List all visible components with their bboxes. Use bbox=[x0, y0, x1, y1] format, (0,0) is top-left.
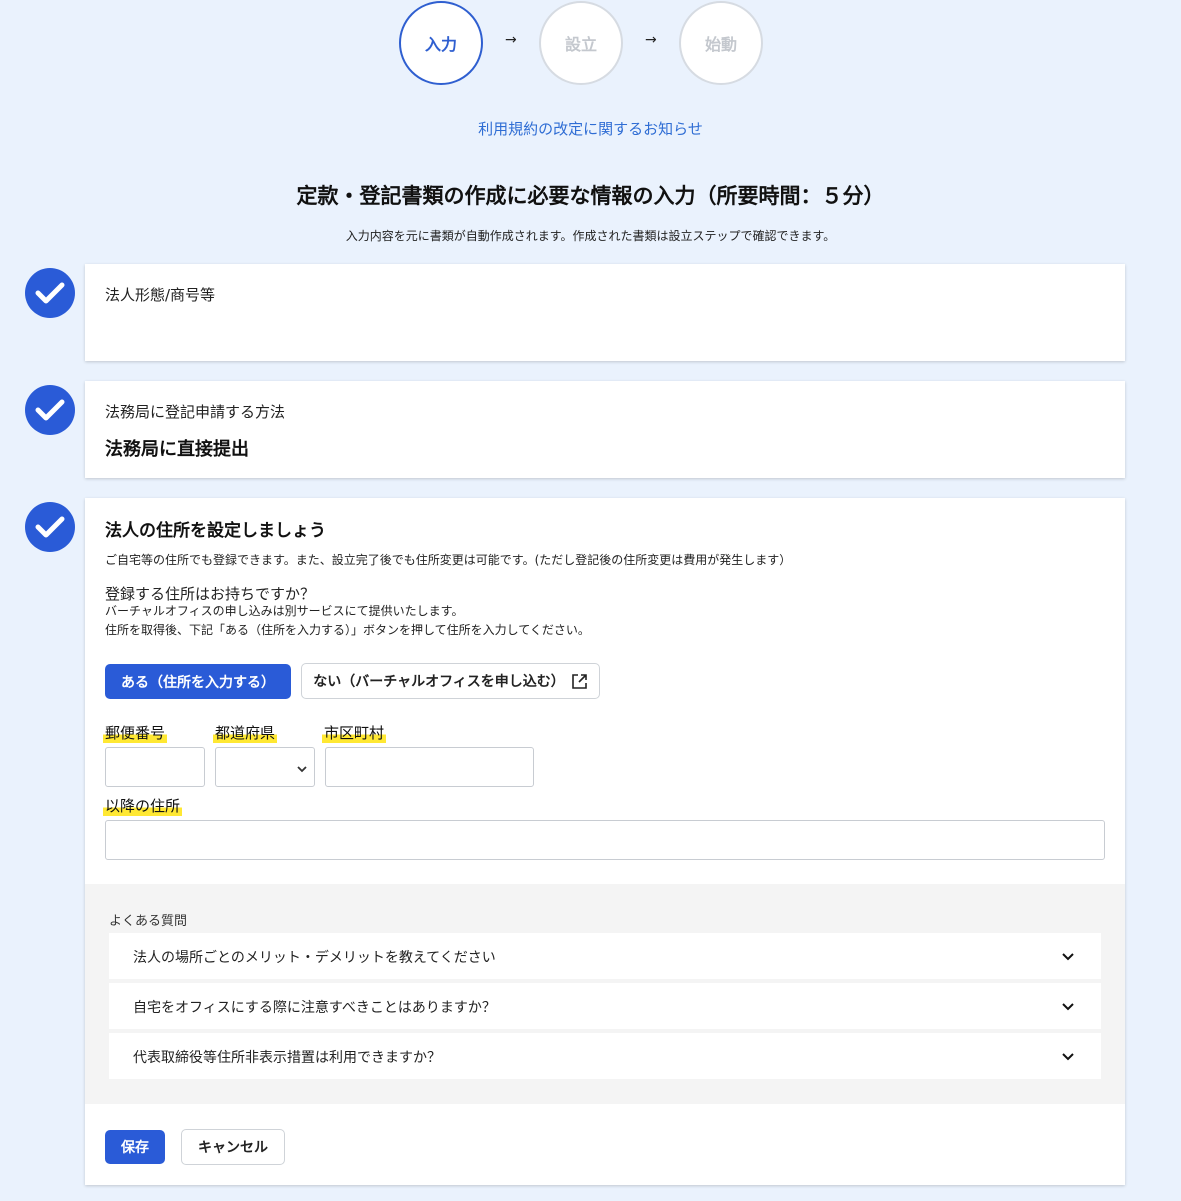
chevron-down-icon bbox=[296, 760, 308, 779]
step-establish: 設立 bbox=[539, 1, 623, 85]
page-subtitle: 入力内容を元に書類が自動作成されます。作成された書類は設立ステップで確認できます… bbox=[345, 229, 836, 243]
filing-method-card[interactable]: 法務局に登記申請する方法 法務局に直接提出 bbox=[85, 381, 1125, 478]
check-circle-icon bbox=[25, 268, 75, 318]
faq-item[interactable]: 法人の場所ごとのメリット・デメリットを教えてください bbox=[109, 933, 1101, 979]
chevron-down-icon bbox=[1061, 949, 1075, 968]
street-address-input[interactable] bbox=[105, 820, 1105, 860]
faq-question: 法人の場所ごとのメリット・デメリットを教えてください bbox=[133, 950, 496, 966]
save-button[interactable]: 保存 bbox=[105, 1130, 165, 1164]
address-input-note: 住所を取得後、下記「ある（住所を入力する）」ボタンを押して住所を入力してください… bbox=[105, 623, 590, 637]
check-circle-icon bbox=[25, 385, 75, 435]
corporate-form-card[interactable]: 法人形態/商号等 bbox=[85, 264, 1125, 361]
chevron-down-icon bbox=[1061, 999, 1075, 1018]
address-section-title: 法人の住所を設定しましょう bbox=[105, 521, 326, 541]
step-label: 入力 bbox=[424, 35, 457, 54]
cancel-label: キャンセル bbox=[198, 1140, 268, 1156]
step-start: 始動 bbox=[679, 1, 763, 85]
city-input[interactable] bbox=[325, 747, 534, 787]
prefecture-select[interactable] bbox=[215, 747, 315, 787]
filing-method-value: 法務局に直接提出 bbox=[105, 439, 249, 460]
cancel-button[interactable]: キャンセル bbox=[181, 1129, 285, 1165]
street-address-label: 以降の住所 bbox=[103, 795, 183, 816]
city-label: 市区町村 bbox=[322, 722, 387, 743]
has-address-button[interactable]: ある（住所を入力する） bbox=[105, 664, 291, 699]
address-description: ご自宅等の住所でも登録できます。また、設立完了後でも住所変更は可能です。(ただし… bbox=[105, 553, 792, 567]
step-arrow-icon: → bbox=[505, 32, 517, 48]
external-link-icon bbox=[571, 673, 588, 690]
has-address-label: ある（住所を入力する） bbox=[121, 674, 275, 691]
page-title: 定款・登記書類の作成に必要な情報の入力（所要時間：５分） bbox=[296, 184, 885, 208]
virtual-office-label: ない（バーチャルオフィスを申し込む） bbox=[313, 674, 565, 690]
faq-item[interactable]: 代表取締役等住所非表示措置は利用できますか？ bbox=[109, 1033, 1101, 1079]
chevron-down-icon bbox=[1061, 1049, 1075, 1068]
faq-question: 自宅をオフィスにする際に注意すべきことはありますか？ bbox=[133, 1000, 496, 1016]
faq-item[interactable]: 自宅をオフィスにする際に注意すべきことはありますか？ bbox=[109, 983, 1101, 1029]
faq-panel: よくある質問 法人の場所ごとのメリット・デメリットを教えてください 自宅をオフィ… bbox=[85, 884, 1125, 1104]
prefecture-label: 都道府県 bbox=[213, 722, 278, 743]
address-card: 法人の住所を設定しましょう ご自宅等の住所でも登録できます。また、設立完了後でも… bbox=[85, 498, 1125, 1185]
faq-heading: よくある質問 bbox=[109, 914, 188, 929]
step-label: 設立 bbox=[564, 35, 597, 54]
postal-code-input[interactable] bbox=[105, 747, 205, 787]
virtual-office-note: バーチャルオフィスの申し込みは別サービスにて提供いたします。 bbox=[105, 604, 464, 618]
save-label: 保存 bbox=[121, 1140, 149, 1156]
postal-code-label: 郵便番号 bbox=[103, 722, 168, 743]
step-label: 始動 bbox=[704, 35, 737, 54]
step-input: 入力 bbox=[399, 1, 483, 85]
terms-notice-link[interactable]: 利用規約の改定に関するお知らせ bbox=[0, 118, 1181, 139]
progress-stepper: 入力 → 設立 → 始動 bbox=[0, 0, 1181, 86]
step-arrow-icon: → bbox=[645, 32, 657, 48]
corporate-form-label: 法人形態/商号等 bbox=[105, 286, 216, 304]
faq-question: 代表取締役等住所非表示措置は利用できますか？ bbox=[133, 1050, 441, 1066]
filing-method-label: 法務局に登記申請する方法 bbox=[105, 403, 286, 421]
virtual-office-button[interactable]: ない（バーチャルオフィスを申し込む） bbox=[301, 663, 600, 699]
check-circle-icon bbox=[25, 502, 75, 552]
address-question: 登録する住所はお持ちですか？ bbox=[105, 585, 316, 603]
